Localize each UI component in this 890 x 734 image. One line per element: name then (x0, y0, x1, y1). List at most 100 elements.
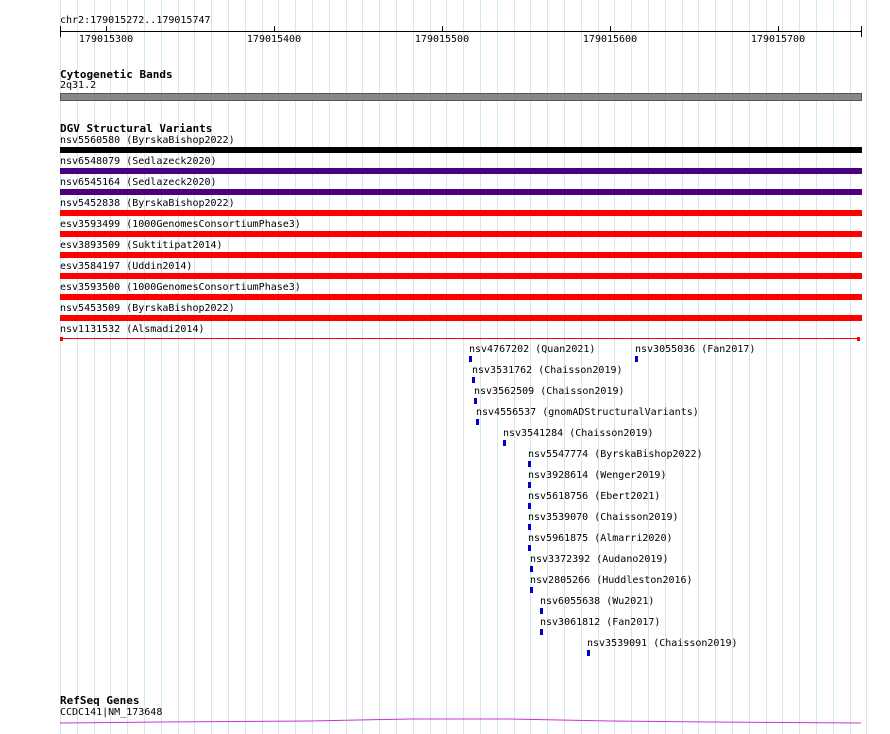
variant-end-icon (60, 337, 63, 341)
dgv-variant-bar[interactable] (60, 189, 862, 195)
cytoband-bar[interactable] (60, 93, 862, 101)
grid-line (312, 0, 313, 734)
grid-line (329, 0, 330, 734)
ruler-tick-label: 179015300 (78, 34, 134, 45)
grid-line (430, 0, 431, 734)
variant-end-icon (857, 337, 860, 341)
dgv-small-variant-bar[interactable] (540, 608, 543, 614)
dgv-small-variant-label: nsv3531762 (Chaisson2019) (472, 365, 623, 376)
dgv-small-variant-bar[interactable] (635, 356, 638, 362)
refseq-gene-feature[interactable] (60, 716, 862, 724)
dgv-small-variant-bar[interactable] (528, 503, 531, 509)
dgv-small-variant-bar[interactable] (472, 377, 475, 383)
dgv-small-variant-label: nsv3539070 (Chaisson2019) (528, 512, 679, 523)
grid-line (866, 0, 867, 734)
dgv-small-variant-label: nsv5961875 (Almarri2020) (528, 533, 673, 544)
grid-line (144, 0, 145, 734)
ruler-tick (610, 26, 611, 32)
dgv-variant-bar[interactable] (60, 294, 862, 300)
dgv-variant-label: nsv6545164 (Sedlazeck2020) (60, 177, 217, 188)
grid-line (732, 0, 733, 734)
grid-line (682, 0, 683, 734)
dgv-small-variant-bar[interactable] (528, 545, 531, 551)
dgv-small-variant-bar[interactable] (530, 587, 533, 593)
dgv-small-variant-label: nsv3541284 (Chaisson2019) (503, 428, 654, 439)
dgv-small-variant-bar[interactable] (474, 398, 477, 404)
ruler[interactable]: 179015300 179015400 179015500 179015600 … (60, 26, 862, 48)
cytoband-label: 2q31.2 (60, 80, 97, 91)
grid-line (278, 0, 279, 734)
genome-browser-view: chr2:179015272..179015747 179015300 1790… (0, 0, 890, 734)
dgv-track-title: DGV Structural Variants (60, 122, 213, 135)
dgv-variant-label: nsv1131532 (Alsmadi2014) (60, 324, 205, 335)
grid-line (295, 0, 296, 734)
dgv-small-variant-label: nsv6055638 (Wu2021) (540, 596, 655, 607)
dgv-small-variant-label: nsv4556537 (gnomADStructuralVariants) (476, 407, 699, 418)
grid-line (463, 0, 464, 734)
dgv-small-variant-bar[interactable] (540, 629, 543, 635)
dgv-small-variant-bar[interactable] (530, 566, 533, 572)
grid-line (665, 0, 666, 734)
dgv-small-variant-label: nsv4767202 (Quan2021) (469, 344, 596, 355)
grid-line (446, 0, 447, 734)
dgv-small-variant-label: nsv3562509 (Chaisson2019) (474, 386, 625, 397)
dgv-small-variant-bar[interactable] (528, 461, 531, 467)
dgv-variant-bar[interactable] (60, 231, 862, 237)
dgv-variant-label: nsv6548079 (Sedlazeck2020) (60, 156, 217, 167)
dgv-small-variant-label: nsv3372392 (Audano2019) (530, 554, 669, 565)
dgv-small-variant-bar[interactable] (587, 650, 590, 656)
grid-line (110, 0, 111, 734)
dgv-variant-bar[interactable] (60, 210, 862, 216)
grid-line (799, 0, 800, 734)
dgv-small-variant-label: nsv2805266 (Huddleston2016) (530, 575, 693, 586)
dgv-variant-bar[interactable] (60, 147, 862, 153)
variant-line (60, 338, 860, 339)
ruler-left-end-icon (60, 26, 61, 37)
grid-line (127, 0, 128, 734)
grid-line (396, 0, 397, 734)
grid-line (816, 0, 817, 734)
dgv-variant-label: esv3584197 (Uddin2014) (60, 261, 193, 272)
grid-line (211, 0, 212, 734)
dgv-variant-bar[interactable] (60, 252, 862, 258)
dgv-small-variant-bar[interactable] (528, 482, 531, 488)
dgv-variant-label: esv3893509 (Suktitipat2014) (60, 240, 223, 251)
grid-line (413, 0, 414, 734)
dgv-small-variant-label: nsv5547774 (ByrskaBishop2022) (528, 449, 703, 460)
grid-line (379, 0, 380, 734)
dgv-variant-bar[interactable] (60, 168, 862, 174)
grid-line (782, 0, 783, 734)
dgv-small-variant-bar[interactable] (503, 440, 506, 446)
dgv-variant-label: esv3593500 (1000GenomesConsortiumPhase3) (60, 282, 301, 293)
dgv-small-variant-bar[interactable] (528, 524, 531, 530)
dgv-variant-bar[interactable] (60, 337, 860, 341)
grid-line (245, 0, 246, 734)
grid-line (766, 0, 767, 734)
ruler-tick-label: 179015700 (750, 34, 806, 45)
ruler-tick (778, 26, 779, 32)
grid-line (698, 0, 699, 734)
dgv-small-variant-label: nsv3539091 (Chaisson2019) (587, 638, 738, 649)
grid-line (262, 0, 263, 734)
dgv-small-variant-label: nsv3055036 (Fan2017) (635, 344, 756, 355)
ruler-tick (106, 26, 107, 32)
grid-line (194, 0, 195, 734)
dgv-variant-bar[interactable] (60, 315, 862, 321)
refseq-track-title: RefSeq Genes (60, 694, 140, 707)
dgv-small-variant-bar[interactable] (476, 419, 479, 425)
dgv-small-variant-label: nsv5618756 (Ebert2021) (528, 491, 661, 502)
grid-line (362, 0, 363, 734)
dgv-variant-bar[interactable] (60, 273, 862, 279)
grid-line (60, 0, 61, 734)
grid-line (346, 0, 347, 734)
ruler-right-end-icon (861, 26, 862, 37)
grid-line (833, 0, 834, 734)
dgv-variant-label: nsv5452838 (ByrskaBishop2022) (60, 198, 235, 209)
grid-line (749, 0, 750, 734)
grid-line (178, 0, 179, 734)
dgv-small-variant-bar[interactable] (469, 356, 472, 362)
grid-line (850, 0, 851, 734)
dgv-variant-label: nsv5453509 (ByrskaBishop2022) (60, 303, 235, 314)
ruler-tick-label: 179015400 (246, 34, 302, 45)
dgv-small-variant-label: nsv3928614 (Wenger2019) (528, 470, 667, 481)
